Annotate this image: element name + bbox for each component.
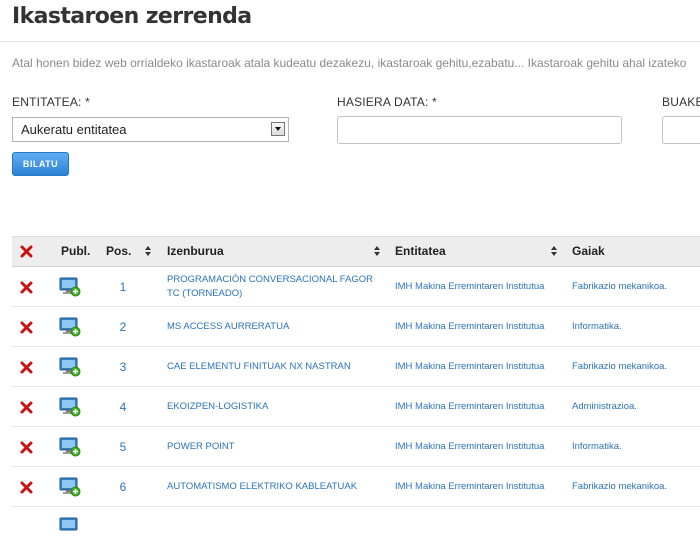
topic-link[interactable]: Fabrikazio mekanikoa. bbox=[572, 361, 667, 372]
end-date-input[interactable] bbox=[662, 116, 700, 144]
sort-entity-icon[interactable] bbox=[551, 246, 558, 258]
sort-title-icon[interactable] bbox=[374, 246, 381, 258]
delete-icon[interactable] bbox=[20, 441, 33, 454]
table-row: 6 AUTOMATISMO ELEKTRIKO KABLEATUAK IMH M… bbox=[12, 467, 700, 507]
end-date-label: BUAKE bbox=[662, 95, 700, 109]
position-value[interactable]: 1 bbox=[107, 280, 139, 294]
topic-link[interactable]: Informatika. bbox=[572, 321, 622, 332]
chevron-down-icon[interactable] bbox=[271, 122, 285, 136]
monitor-add-icon[interactable] bbox=[59, 277, 81, 297]
delete-icon[interactable] bbox=[20, 281, 33, 294]
course-title-link[interactable]: POWER POINT bbox=[167, 441, 235, 452]
table-row-partial bbox=[12, 507, 700, 547]
sort-position-icon[interactable] bbox=[145, 246, 152, 258]
topic-link[interactable]: Fabrikazio mekanikoa. bbox=[572, 281, 667, 292]
entity-link[interactable]: IMH Makina Erremintaren Institutua bbox=[395, 361, 544, 372]
title-divider bbox=[0, 41, 700, 42]
entity-select-value: Aukeratu entitatea bbox=[21, 122, 127, 137]
delete-icon[interactable] bbox=[20, 321, 33, 334]
delete-icon[interactable] bbox=[20, 401, 33, 414]
position-value[interactable]: 2 bbox=[107, 320, 139, 334]
monitor-add-icon[interactable] bbox=[59, 357, 81, 377]
col-entity[interactable]: Entitatea bbox=[395, 244, 446, 258]
delete-all-icon[interactable] bbox=[20, 245, 33, 258]
topic-link[interactable]: Fabrikazio mekanikoa. bbox=[572, 481, 667, 492]
table-row: 3 CAE ELEMENTU FINITUAK NX NASTRAN IMH M… bbox=[12, 347, 700, 387]
col-publish: Publ. bbox=[61, 244, 91, 258]
col-title[interactable]: Izenburua bbox=[167, 244, 224, 258]
col-topics[interactable]: Gaiak bbox=[572, 244, 605, 258]
monitor-add-icon[interactable] bbox=[59, 437, 81, 457]
position-value[interactable]: 6 bbox=[107, 480, 139, 494]
position-value[interactable]: 4 bbox=[107, 400, 139, 414]
entity-link[interactable]: IMH Makina Erremintaren Institutua bbox=[395, 401, 544, 412]
monitor-add-icon[interactable] bbox=[59, 397, 81, 417]
table-row: 5 POWER POINT IMH Makina Erremintaren In… bbox=[12, 427, 700, 467]
course-title-link[interactable]: MS ACCESS AURRERATUA bbox=[167, 321, 289, 332]
table-row: 2 MS ACCESS AURRERATUA IMH Makina Erremi… bbox=[12, 307, 700, 347]
topic-link[interactable]: Administrazioa. bbox=[572, 401, 637, 412]
table-row: 1 PROGRAMACIÓN CONVERSACIONAL FAGOR TC (… bbox=[12, 267, 700, 307]
entity-link[interactable]: IMH Makina Erremintaren Institutua bbox=[395, 321, 544, 332]
topic-link[interactable]: Informatika. bbox=[572, 441, 622, 452]
start-date-label: HASIERA DATA: * bbox=[337, 95, 437, 109]
course-title-link[interactable]: PROGRAMACIÓN CONVERSACIONAL FAGOR bbox=[167, 274, 373, 285]
table-header: Publ. Pos. Izenburua Entitatea Gaiak bbox=[12, 236, 700, 267]
position-value[interactable]: 3 bbox=[107, 360, 139, 374]
col-position[interactable]: Pos. bbox=[106, 244, 131, 258]
entity-label: ENTITATEA: * bbox=[12, 95, 90, 109]
course-title-link-continued[interactable]: TC (TORNEADO) bbox=[167, 288, 242, 299]
position-value[interactable]: 5 bbox=[107, 440, 139, 454]
search-button[interactable]: BILATU bbox=[12, 152, 69, 176]
delete-icon[interactable] bbox=[20, 361, 33, 374]
entity-link[interactable]: IMH Makina Erremintaren Institutua bbox=[395, 481, 544, 492]
entity-link[interactable]: IMH Makina Erremintaren Institutua bbox=[395, 441, 544, 452]
entity-select[interactable]: Aukeratu entitatea bbox=[12, 117, 289, 142]
entity-link[interactable]: IMH Makina Erremintaren Institutua bbox=[395, 281, 544, 292]
start-date-input[interactable] bbox=[337, 116, 622, 144]
course-title-link[interactable]: CAE ELEMENTU FINITUAK NX NASTRAN bbox=[167, 361, 351, 372]
course-title-link[interactable]: AUTOMATISMO ELEKTRIKO KABLEATUAK bbox=[167, 481, 357, 492]
table-row: 4 EKOIZPEN-LOGISTIKA IMH Makina Erremint… bbox=[12, 387, 700, 427]
page-description: Atal honen bidez web orrialdeko ikastaro… bbox=[12, 56, 687, 70]
page-title: Ikastaroen zerrenda bbox=[12, 4, 252, 29]
monitor-add-icon[interactable] bbox=[59, 477, 81, 497]
monitor-add-icon[interactable] bbox=[59, 517, 81, 537]
monitor-add-icon[interactable] bbox=[59, 317, 81, 337]
delete-icon[interactable] bbox=[20, 481, 33, 494]
course-title-link[interactable]: EKOIZPEN-LOGISTIKA bbox=[167, 401, 268, 412]
